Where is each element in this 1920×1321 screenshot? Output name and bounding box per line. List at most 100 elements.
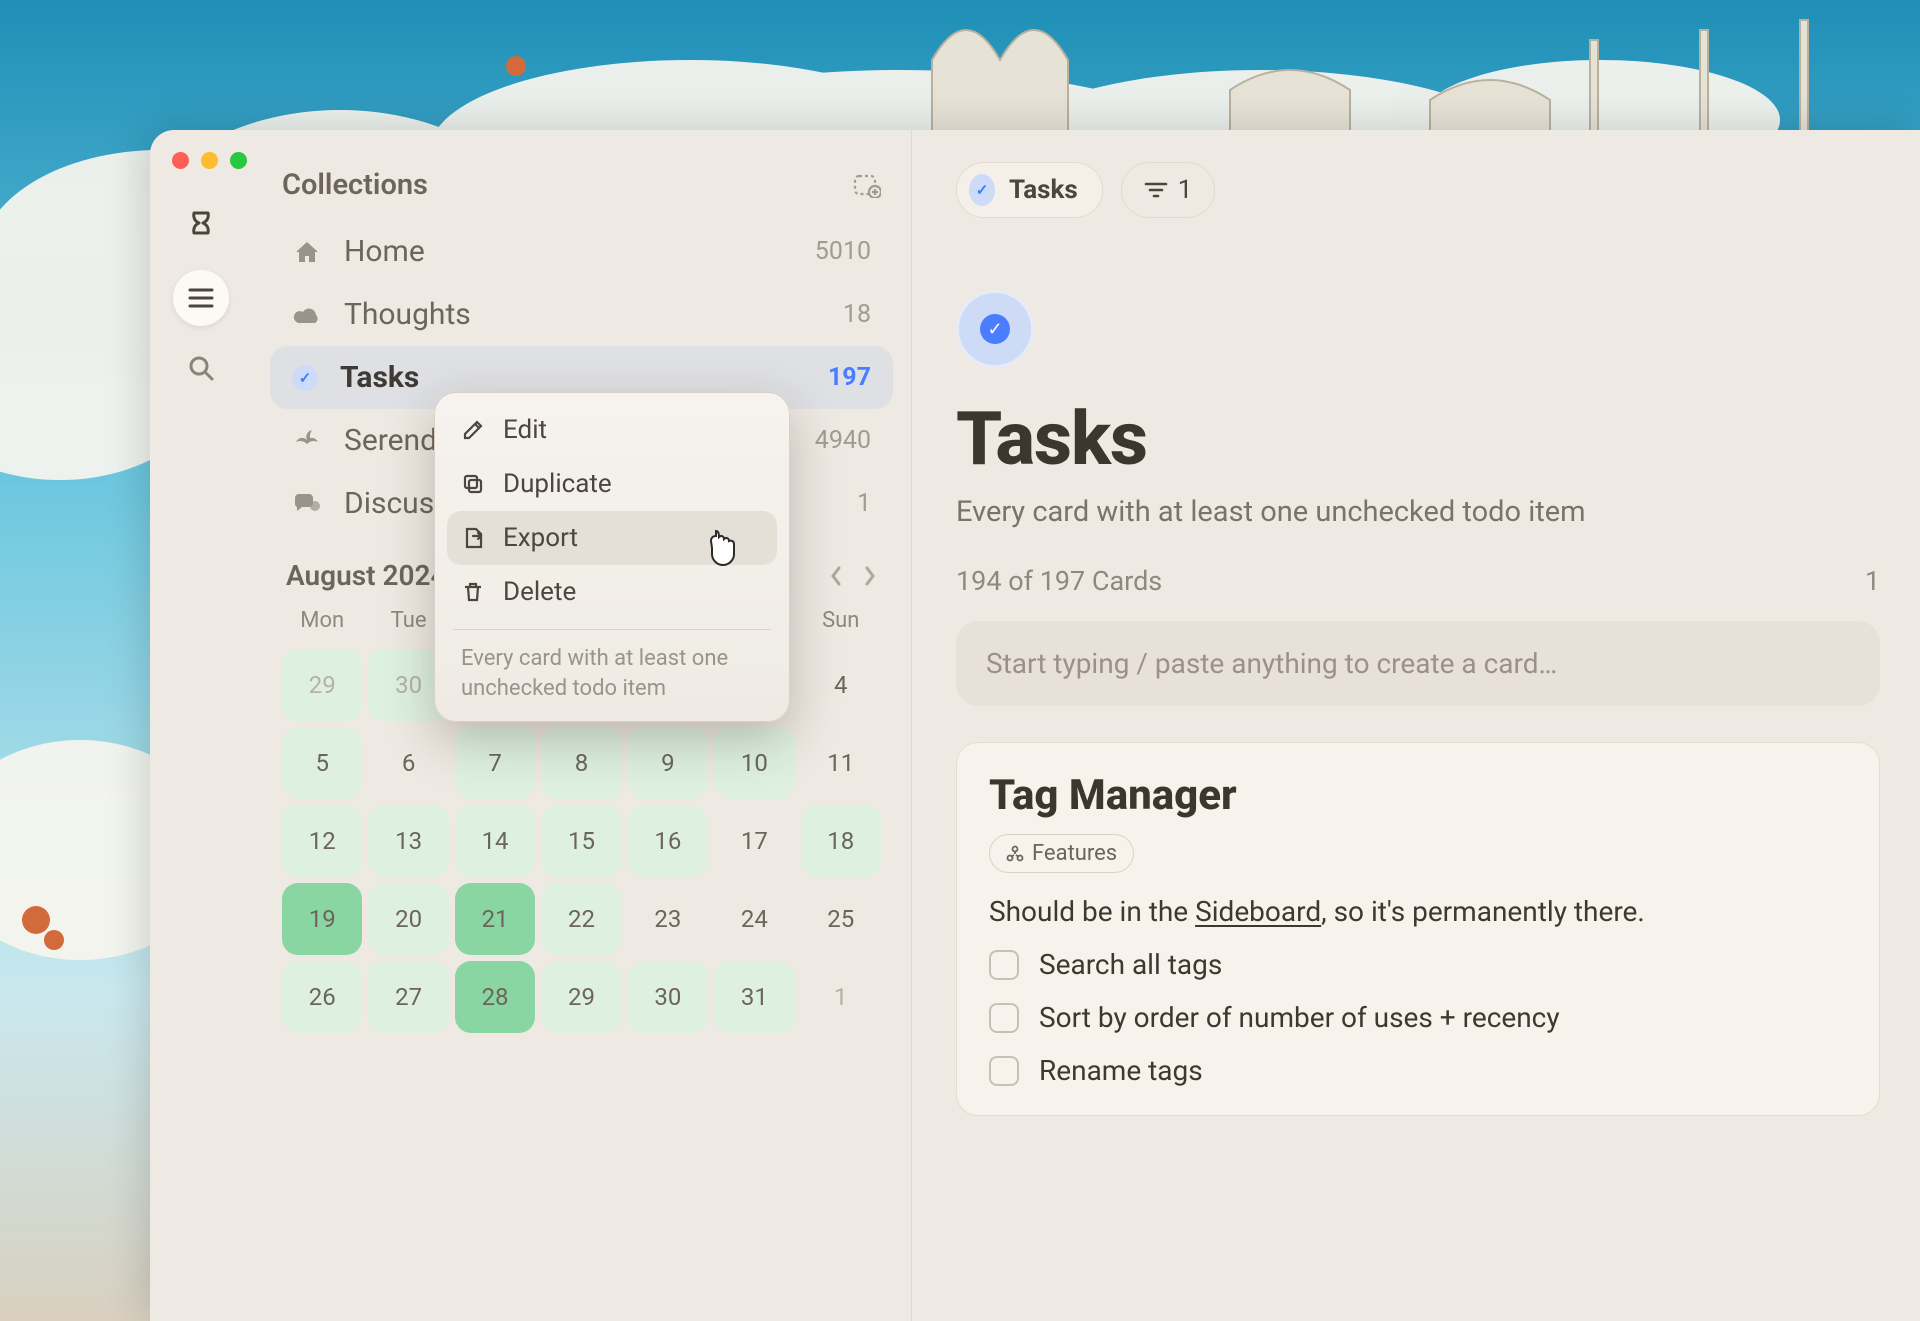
sidebar-item-label: Thoughts xyxy=(344,297,821,332)
page-number: 1 xyxy=(1865,565,1880,597)
todo-item[interactable]: Search all tags xyxy=(989,948,1847,981)
calendar-day[interactable]: 7 xyxy=(455,727,535,799)
search-button[interactable] xyxy=(173,340,229,396)
chat-icon xyxy=(292,489,322,519)
icon-rail xyxy=(150,130,252,1321)
calendar-day[interactable]: 24 xyxy=(714,883,794,955)
home-icon xyxy=(292,237,322,267)
sidebar-item-label: Tasks xyxy=(340,360,806,395)
calendar-next-button[interactable] xyxy=(863,565,877,587)
window-controls xyxy=(172,152,247,169)
context-menu-delete[interactable]: Delete xyxy=(447,565,777,619)
maximize-window-button[interactable] xyxy=(230,152,247,169)
calendar-day[interactable]: 16 xyxy=(628,805,708,877)
calendar-day[interactable]: 1 xyxy=(801,961,881,1033)
new-collection-button[interactable] xyxy=(853,172,881,198)
context-menu-label: Duplicate xyxy=(503,469,612,499)
card-count-summary: 194 of 197 Cards xyxy=(956,565,1162,597)
calendar-day[interactable]: 30 xyxy=(628,961,708,1033)
calendar-day[interactable]: 5 xyxy=(282,727,362,799)
calendar-dow: Sun xyxy=(801,602,881,643)
calendar-day[interactable]: 11 xyxy=(801,727,881,799)
checkbox[interactable] xyxy=(989,1003,1019,1033)
page-subtitle: Every card with at least one unchecked t… xyxy=(956,495,1880,529)
tag-label: Features xyxy=(1032,841,1117,866)
minimize-window-button[interactable] xyxy=(201,152,218,169)
calendar-day[interactable]: 4 xyxy=(801,649,881,721)
sidebar-item-count: 1 xyxy=(857,489,871,518)
list-view-button[interactable] xyxy=(173,270,229,326)
calendar-day[interactable]: 19 xyxy=(282,883,362,955)
tag-chip[interactable]: Features xyxy=(989,834,1134,873)
filter-button[interactable]: 1 xyxy=(1121,162,1216,218)
calendar-day[interactable]: 6 xyxy=(368,727,448,799)
sidebar-item-count: 5010 xyxy=(815,237,871,266)
context-menu-export[interactable]: Export xyxy=(447,511,777,565)
sidebar: Collections Home 5010 Thoughts 18 ✓ Task… xyxy=(252,130,912,1321)
sidebar-item-count: 4940 xyxy=(815,426,871,455)
calendar-day[interactable]: 15 xyxy=(541,805,621,877)
card-title: Tag Manager xyxy=(989,771,1847,820)
calendar-prev-button[interactable] xyxy=(829,565,843,587)
palm-icon xyxy=(292,426,322,456)
context-menu-label: Export xyxy=(503,523,578,553)
todo-item[interactable]: Sort by order of number of uses + recenc… xyxy=(989,1001,1847,1034)
calendar-day[interactable]: 31 xyxy=(714,961,794,1033)
sideboard-link[interactable]: Sideboard xyxy=(1195,895,1321,928)
card[interactable]: Tag Manager Features Should be in the Si… xyxy=(956,742,1880,1116)
calendar-day[interactable]: 20 xyxy=(368,883,448,955)
sidebar-item-label: Home xyxy=(344,234,793,269)
calendar-day[interactable]: 8 xyxy=(541,727,621,799)
context-menu: Edit Duplicate Export Delete Every card … xyxy=(434,392,790,722)
calendar-day[interactable]: 27 xyxy=(368,961,448,1033)
context-menu-edit[interactable]: Edit xyxy=(447,403,777,457)
sidebar-item-home[interactable]: Home 5010 xyxy=(270,220,893,283)
sidebar-item-thoughts[interactable]: Thoughts 18 xyxy=(270,283,893,346)
todo-label: Search all tags xyxy=(1039,948,1222,981)
calendar-day[interactable]: 21 xyxy=(455,883,535,955)
sidebar-title: Collections xyxy=(282,168,428,202)
collection-pill-label: Tasks xyxy=(1009,175,1078,205)
sidebar-item-count: 18 xyxy=(843,300,871,329)
new-card-placeholder: Start typing / paste anything to create … xyxy=(986,647,1557,680)
calendar-dow: Mon xyxy=(282,602,362,643)
check-icon: ✓ xyxy=(292,365,318,391)
calendar-day[interactable]: 14 xyxy=(455,805,535,877)
checkbox[interactable] xyxy=(989,950,1019,980)
context-menu-label: Delete xyxy=(503,577,576,607)
calendar-day[interactable]: 29 xyxy=(541,961,621,1033)
calendar-day[interactable]: 9 xyxy=(628,727,708,799)
calendar-day[interactable]: 18 xyxy=(801,805,881,877)
calendar-day[interactable]: 29 xyxy=(282,649,362,721)
collection-hero-icon: ✓ xyxy=(956,290,1034,368)
calendar-day[interactable]: 17 xyxy=(714,805,794,877)
main-panel: ✓ Tasks 1 ✓ Tasks Every card with at lea… xyxy=(912,130,1920,1321)
calendar-day[interactable]: 10 xyxy=(714,727,794,799)
checkbox[interactable] xyxy=(989,1056,1019,1086)
close-window-button[interactable] xyxy=(172,152,189,169)
calendar-day[interactable]: 13 xyxy=(368,805,448,877)
filter-count: 1 xyxy=(1178,175,1193,205)
context-menu-duplicate[interactable]: Duplicate xyxy=(447,457,777,511)
app-window: Collections Home 5010 Thoughts 18 ✓ Task… xyxy=(150,130,1920,1321)
collection-pill[interactable]: ✓ Tasks xyxy=(956,162,1103,218)
todo-label: Sort by order of number of uses + recenc… xyxy=(1039,1001,1560,1034)
app-logo-icon[interactable] xyxy=(173,200,229,256)
check-icon: ✓ xyxy=(969,174,995,206)
new-card-input[interactable]: Start typing / paste anything to create … xyxy=(956,621,1880,706)
calendar-day[interactable]: 23 xyxy=(628,883,708,955)
calendar-day[interactable]: 12 xyxy=(282,805,362,877)
calendar-day[interactable]: 28 xyxy=(455,961,535,1033)
todo-label: Rename tags xyxy=(1039,1054,1203,1087)
calendar-day[interactable]: 26 xyxy=(282,961,362,1033)
calendar-day[interactable]: 25 xyxy=(801,883,881,955)
context-menu-hint: Every card with at least one unchecked t… xyxy=(447,640,777,703)
page-hero: ✓ Tasks Every card with at least one unc… xyxy=(956,290,1880,597)
calendar-day[interactable]: 22 xyxy=(541,883,621,955)
calendar-month-label: August 2024 xyxy=(286,559,446,592)
cloud-icon xyxy=(292,300,322,330)
page-title: Tasks xyxy=(956,396,1880,483)
todo-item[interactable]: Rename tags xyxy=(989,1054,1847,1087)
card-body: Should be in the Sideboard, so it's perm… xyxy=(989,895,1847,928)
sidebar-item-count: 197 xyxy=(828,363,871,392)
